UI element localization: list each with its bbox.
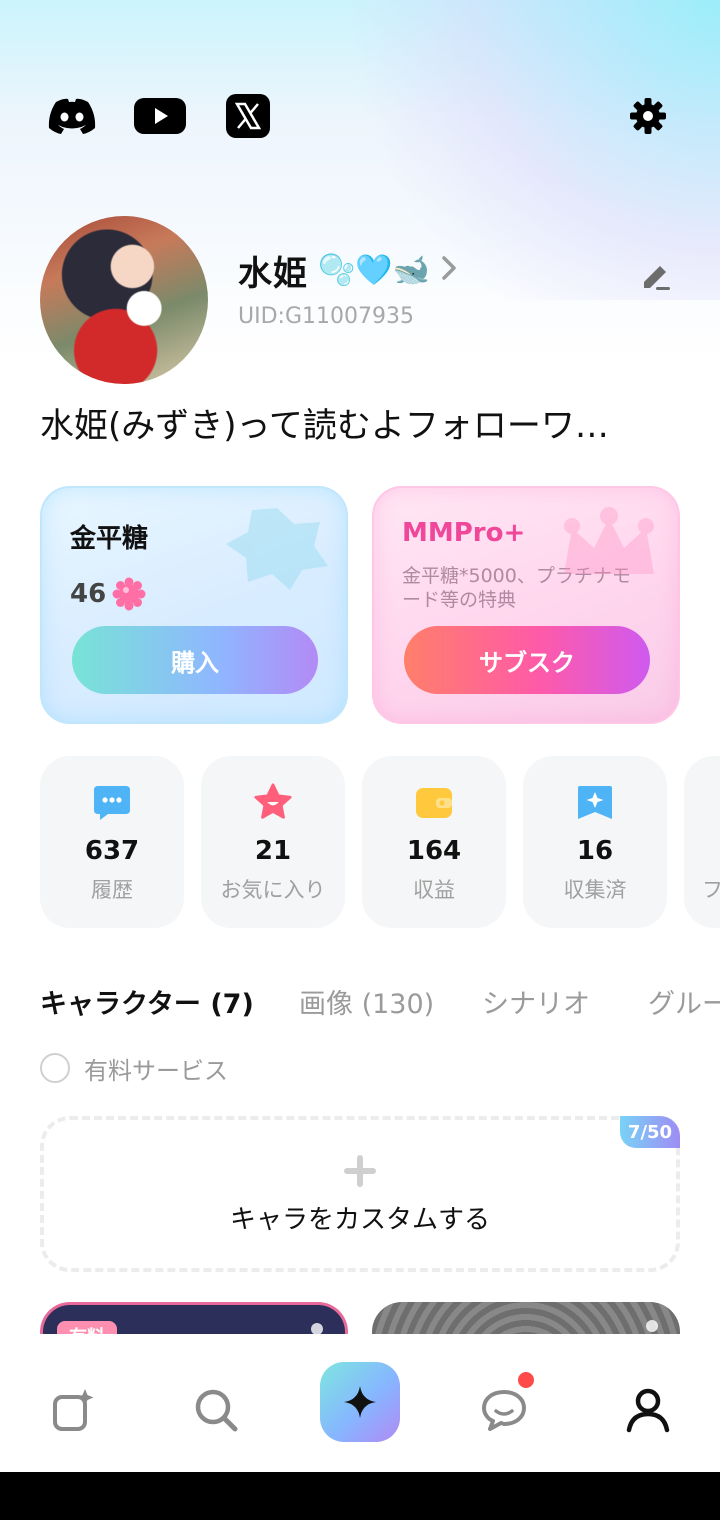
stat-label: 収集済: [563, 878, 627, 902]
bottom-nav: [0, 1334, 720, 1472]
pro-card: MMPro+ 金平糖*5000、プラチナモード等の特典 サブスク: [372, 486, 680, 724]
user-id: UID:G11007935: [238, 304, 414, 329]
nav-search[interactable]: [176, 1370, 256, 1450]
character-quota-badge: 7/50: [620, 1116, 680, 1148]
create-character-label: キャラをカスタムする: [229, 1204, 490, 1235]
stat-value: 164: [406, 836, 462, 866]
x-icon[interactable]: [226, 92, 270, 140]
paid-service-filter[interactable]: 有料サービス: [40, 1052, 228, 1085]
star-face-icon: [253, 782, 293, 822]
gear-icon[interactable]: [624, 92, 672, 140]
nav-sparkle-button[interactable]: [320, 1362, 400, 1442]
chevron-right-icon: [440, 254, 458, 286]
tab-scenarios[interactable]: シナリオ: [482, 982, 590, 1021]
edit-profile-button[interactable]: [634, 254, 678, 298]
profile-name-emojis: 🫧🩵🐋: [318, 252, 431, 288]
chat-bubble-icon: [92, 782, 132, 822]
stat-value: 637: [84, 836, 140, 866]
nav-create[interactable]: [34, 1370, 114, 1450]
sugar-deco-icon: [226, 508, 328, 590]
avatar[interactable]: [40, 216, 208, 384]
profile-name-row[interactable]: 水姫 🫧🩵🐋: [238, 246, 458, 294]
konpeito-icon: [112, 577, 146, 611]
tab-images[interactable]: 画像 (130): [299, 982, 434, 1021]
youtube-icon[interactable]: [134, 92, 186, 140]
stat-earnings[interactable]: 164 収益: [362, 756, 506, 928]
profile-name: 水姫: [238, 253, 308, 294]
pencil-icon: [644, 266, 670, 290]
stat-follow-partial[interactable]: フ: [684, 756, 720, 928]
sugar-count: 46: [70, 579, 107, 609]
stat-label: 履歴: [91, 878, 133, 902]
stat-label: 収益: [413, 878, 455, 902]
stat-favorites[interactable]: 21 お気に入り: [201, 756, 345, 928]
paid-service-radio[interactable]: [40, 1053, 70, 1083]
tab-groups[interactable]: グルー: [648, 982, 720, 1021]
nav-profile[interactable]: [608, 1370, 688, 1450]
plus-icon: [344, 1154, 376, 1187]
stat-label: フ: [702, 878, 720, 902]
notification-dot: [518, 1372, 534, 1388]
message-icon: [482, 1390, 526, 1431]
stat-value: 16: [576, 836, 614, 866]
bookmark-icon: [575, 782, 615, 822]
sugar-card: 金平糖 46 購入: [40, 486, 348, 724]
more-icon[interactable]: [646, 1320, 658, 1332]
stat-history[interactable]: 637 履歴: [40, 756, 184, 928]
profile-screen: 水姫 🫧🩵🐋 UID:G11007935 水姫(みずき)って読むよフォローワ… …: [0, 0, 720, 1472]
discord-icon[interactable]: [44, 92, 100, 140]
buy-button[interactable]: 購入: [72, 626, 318, 694]
paid-service-label: 有料サービス: [84, 1056, 228, 1085]
profile-icon: [626, 1388, 670, 1433]
profile-bio[interactable]: 水姫(みずき)って読むよフォローワ…: [40, 398, 680, 447]
wallet-icon: [414, 782, 454, 822]
stat-label: お気に入り: [220, 878, 326, 902]
tab-characters[interactable]: キャラクター (7): [40, 982, 254, 1021]
stat-value: 21: [254, 836, 292, 866]
stat-partial-icon: [702, 782, 720, 822]
subscribe-button[interactable]: サブスク: [404, 626, 650, 694]
stat-collected[interactable]: 16 収集済: [523, 756, 667, 928]
crown-deco-icon: [564, 507, 654, 574]
system-navigation-bar: [0, 1472, 720, 1520]
create-character-button[interactable]: キャラをカスタムする: [40, 1116, 680, 1272]
search-icon: [195, 1389, 238, 1432]
sparkle-icon: [344, 1386, 376, 1418]
create-icon: [53, 1389, 94, 1431]
